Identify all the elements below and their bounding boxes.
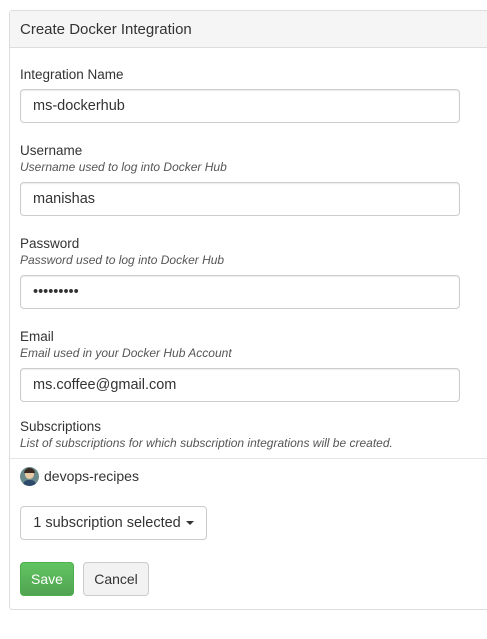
cancel-button[interactable]: Cancel bbox=[83, 562, 149, 596]
email-input[interactable] bbox=[20, 368, 460, 402]
subscription-item: devops-recipes bbox=[20, 466, 139, 486]
password-label: Password bbox=[20, 236, 80, 251]
integration-name-label: Integration Name bbox=[20, 67, 124, 82]
email-label: Email bbox=[20, 329, 54, 344]
subscription-select-dropdown[interactable]: 1 subscription selected bbox=[20, 506, 207, 540]
email-help: Email used in your Docker Hub Account bbox=[20, 346, 232, 360]
subscriptions-help: List of subscriptions for which subscrip… bbox=[20, 436, 393, 450]
password-input[interactable] bbox=[20, 275, 460, 309]
subscriptions-divider bbox=[10, 458, 487, 459]
password-help: Password used to log into Docker Hub bbox=[20, 253, 225, 267]
avatar-icon bbox=[20, 466, 39, 486]
integration-name-input[interactable] bbox=[20, 89, 460, 123]
subscription-select-label: 1 subscription selected bbox=[33, 515, 181, 531]
subscription-name: devops-recipes bbox=[44, 468, 139, 484]
panel-title: Create Docker Integration bbox=[20, 20, 192, 38]
create-docker-integration-panel: Create Docker Integration Integration Na… bbox=[9, 10, 487, 610]
username-help: Username used to log into Docker Hub bbox=[20, 160, 227, 174]
username-input[interactable] bbox=[20, 182, 460, 216]
save-button[interactable]: Save bbox=[20, 562, 74, 596]
subscriptions-label: Subscriptions bbox=[20, 419, 102, 434]
panel-header: Create Docker Integration bbox=[10, 11, 487, 48]
username-label: Username bbox=[20, 143, 83, 158]
caret-down-icon bbox=[185, 521, 194, 525]
